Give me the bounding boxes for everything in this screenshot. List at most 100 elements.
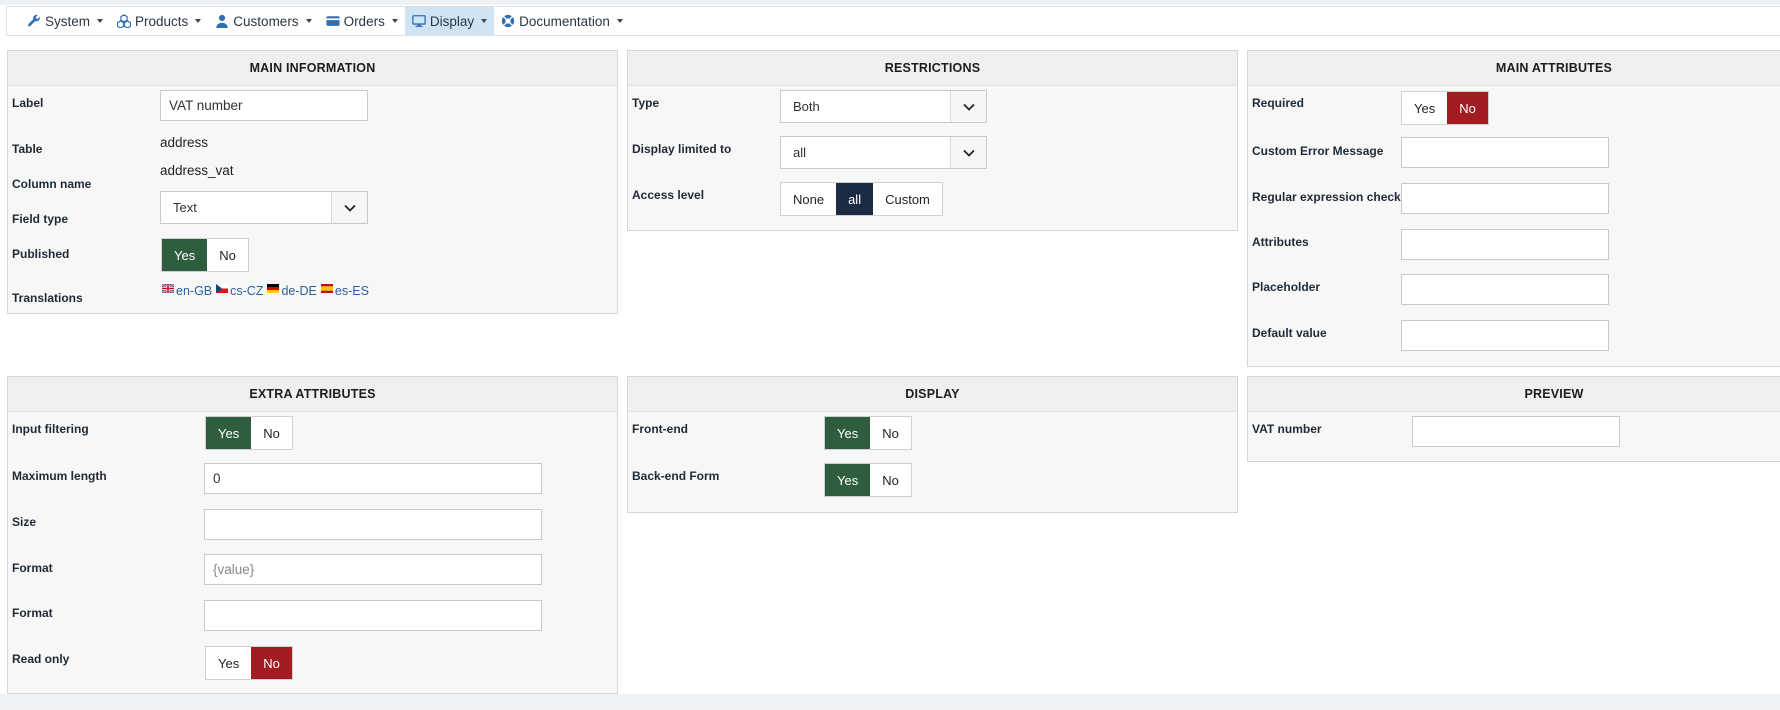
display-panel: DISPLAY Front-end Yes No Back-end Form Y…: [627, 376, 1238, 513]
wrench-icon: [28, 14, 40, 27]
input-filtering-label: Input filtering: [12, 422, 89, 436]
czech-flag-icon: [216, 283, 229, 293]
type-value: Both: [793, 99, 820, 114]
back-end-form-yes[interactable]: Yes: [825, 464, 871, 496]
regex-label: Regular expression check: [1252, 190, 1401, 204]
caret-down-icon: [481, 19, 488, 23]
regex-input[interactable]: [1401, 183, 1609, 214]
menu-products[interactable]: Products: [110, 7, 208, 35]
lifebuoy-icon: [501, 14, 515, 28]
required-no[interactable]: No: [1447, 92, 1488, 124]
top-strip: [0, 0, 1780, 5]
required-toggle: Yes No: [1401, 91, 1489, 125]
size-label: Size: [12, 515, 37, 529]
menu-documentation[interactable]: Documentation: [494, 7, 630, 35]
caret-down-icon: [195, 19, 202, 23]
access-none[interactable]: None: [781, 183, 836, 215]
label-input[interactable]: VAT number: [160, 90, 368, 121]
translation-cs-cz-label: cs-CZ: [230, 284, 264, 298]
menu-system-label: System: [45, 13, 91, 29]
translation-en-gb[interactable]: en-GB: [162, 283, 212, 298]
default-value-label: Default value: [1252, 326, 1327, 340]
menu-orders[interactable]: Orders: [319, 7, 405, 35]
cubes-icon: [117, 14, 132, 28]
required-yes[interactable]: Yes: [1402, 92, 1447, 124]
translation-es-es-label: es-ES: [334, 284, 369, 298]
front-end-no[interactable]: No: [870, 417, 911, 449]
display-limited-select[interactable]: all: [780, 136, 987, 169]
published-yes[interactable]: Yes: [162, 239, 208, 271]
translation-de-de[interactable]: de-DE: [267, 283, 317, 298]
format-label-2: Format: [12, 606, 53, 620]
caret-down-icon: [305, 19, 312, 23]
default-value-input[interactable]: [1401, 320, 1609, 351]
menu-products-label: Products: [135, 13, 189, 29]
menu-display[interactable]: Display: [404, 7, 495, 35]
translation-cs-cz[interactable]: cs-CZ: [216, 283, 264, 298]
input-filtering-toggle: Yes No: [205, 416, 293, 450]
back-end-form-no[interactable]: No: [870, 464, 911, 496]
read-only-label: Read only: [12, 652, 70, 666]
chevron-down-icon: [950, 137, 986, 168]
input-filtering-yes[interactable]: Yes: [206, 417, 252, 449]
caret-down-icon: [616, 19, 623, 23]
custom-error-input[interactable]: [1401, 137, 1609, 168]
type-select[interactable]: Both: [780, 90, 987, 123]
front-end-yes[interactable]: Yes: [825, 417, 871, 449]
chevron-down-icon: [331, 192, 367, 223]
caret-down-icon: [391, 19, 398, 23]
panel-title: DISPLAY: [628, 377, 1237, 412]
format-input-2[interactable]: [204, 600, 542, 631]
monitor-icon: [412, 15, 426, 27]
bottom-strip: [0, 694, 1780, 710]
access-custom[interactable]: Custom: [873, 183, 942, 215]
panel-title: EXTRA ATTRIBUTES: [8, 377, 617, 412]
panel-title: PREVIEW: [1248, 377, 1780, 412]
custom-error-label: Custom Error Message: [1252, 144, 1384, 158]
label-field-label: Label: [12, 96, 44, 110]
menu-customers-label: Customers: [233, 13, 299, 29]
type-label: Type: [632, 96, 660, 110]
main-attributes-panel: MAIN ATTRIBUTES Required Yes No Custom E…: [1247, 50, 1780, 367]
published-label: Published: [12, 247, 70, 261]
translations-label: Translations: [12, 291, 83, 305]
translation-de-de-label: de-DE: [281, 284, 317, 298]
field-type-select[interactable]: Text: [160, 191, 368, 224]
menu-system[interactable]: System: [20, 7, 110, 35]
extra-attributes-panel: EXTRA ATTRIBUTES Input filtering Yes No …: [7, 376, 618, 694]
maximum-length-input[interactable]: 0: [204, 463, 542, 494]
size-input[interactable]: [204, 509, 542, 540]
format-input[interactable]: {value}: [204, 554, 542, 585]
translations-list: en-GB cs-CZ de-DE es-ES: [162, 283, 369, 298]
access-level-toggle: None all Custom: [780, 182, 943, 216]
access-all[interactable]: all: [836, 183, 874, 215]
front-end-label: Front-end: [632, 422, 688, 436]
read-only-yes[interactable]: Yes: [206, 647, 251, 679]
vat-number-input[interactable]: [1412, 416, 1620, 447]
attributes-label: Attributes: [1252, 235, 1309, 249]
menu-orders-label: Orders: [343, 13, 385, 29]
panel-title: MAIN ATTRIBUTES: [1248, 51, 1780, 86]
attributes-input[interactable]: [1401, 229, 1609, 260]
translation-es-es[interactable]: es-ES: [320, 283, 369, 298]
placeholder-input[interactable]: [1401, 274, 1609, 305]
display-limited-value: all: [793, 145, 807, 160]
read-only-no[interactable]: No: [251, 647, 292, 679]
restrictions-panel: RESTRICTIONS Type Both Display limited t…: [627, 50, 1238, 231]
front-end-toggle: Yes No: [824, 416, 912, 450]
user-icon: [216, 14, 228, 28]
format-label: Format: [12, 561, 53, 575]
credit-card-icon: [326, 16, 340, 26]
published-no[interactable]: No: [207, 239, 248, 271]
maximum-length-label: Maximum length: [12, 469, 107, 483]
menu-customers[interactable]: Customers: [208, 7, 318, 35]
placeholder-label: Placeholder: [1252, 280, 1321, 294]
main-information-panel: MAIN INFORMATION Label VAT number Table …: [7, 50, 618, 314]
spanish-flag-icon: [320, 283, 333, 293]
table-value: address: [160, 135, 209, 150]
input-filtering-no[interactable]: No: [251, 417, 292, 449]
column-name-value: address_vat: [160, 163, 234, 178]
chevron-down-icon: [950, 91, 986, 122]
panel-title: MAIN INFORMATION: [8, 51, 617, 86]
table-label: Table: [12, 142, 43, 156]
